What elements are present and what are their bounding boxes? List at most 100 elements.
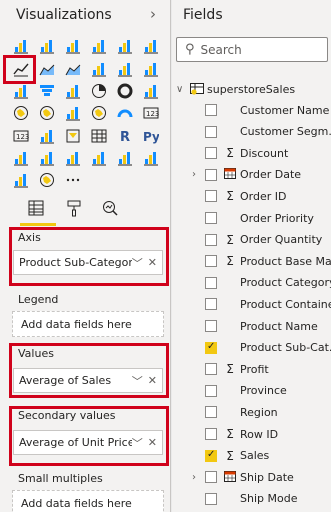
field-row[interactable]: Province xyxy=(188,381,331,401)
field-checkbox[interactable] xyxy=(205,298,217,311)
collapse-visualizations-icon[interactable]: › xyxy=(150,5,156,23)
field-checkbox[interactable] xyxy=(205,276,217,289)
azure-map-icon[interactable] xyxy=(88,103,110,123)
treemap-icon[interactable] xyxy=(140,81,162,101)
paint-roller-icon xyxy=(67,200,81,217)
field-row[interactable]: Σ Sales xyxy=(188,446,331,466)
field-row[interactable]: Σ Row ID xyxy=(188,424,331,444)
paginated-icon[interactable] xyxy=(114,148,136,168)
narrative-icon[interactable] xyxy=(88,148,110,168)
filled-map-icon[interactable] xyxy=(36,103,58,123)
field-checkbox[interactable] xyxy=(205,406,217,419)
field-checkbox[interactable] xyxy=(205,384,217,397)
field-row[interactable]: › Ship Date xyxy=(188,467,331,487)
r-visual-icon[interactable]: R xyxy=(114,126,136,146)
field-row[interactable]: Σ Discount xyxy=(188,143,331,163)
ribbon-icon[interactable] xyxy=(140,59,162,79)
field-checkbox[interactable] xyxy=(205,255,217,268)
chevron-down-icon[interactable]: ∨ xyxy=(176,84,190,95)
sigma-icon: Σ xyxy=(226,362,234,377)
field-name: Order Date xyxy=(240,168,302,182)
kpi-icon[interactable] xyxy=(36,126,58,146)
field-row[interactable]: Product Sub-Cat... xyxy=(188,338,331,358)
analytics-tab[interactable] xyxy=(98,196,122,220)
100-stacked-column-icon[interactable] xyxy=(140,36,162,56)
field-row[interactable]: Customer Segm... xyxy=(188,122,331,142)
field-row[interactable]: Σ Product Base Ma... xyxy=(188,251,331,271)
field-row[interactable]: Customer Name xyxy=(188,100,331,120)
small-multiples-label: Small multiples xyxy=(18,472,103,485)
format-visual-tab[interactable] xyxy=(62,196,86,220)
power-apps-icon[interactable] xyxy=(140,148,162,168)
slicer-icon[interactable] xyxy=(62,126,84,146)
chevron-right-icon[interactable]: › xyxy=(192,169,196,180)
map-icon[interactable] xyxy=(10,103,32,123)
table-header-row[interactable]: ∨ superstoreSales xyxy=(176,80,295,98)
table-icon xyxy=(190,83,204,95)
stacked-column-icon[interactable] xyxy=(36,36,58,56)
field-checkbox[interactable] xyxy=(205,212,217,224)
field-checkbox[interactable] xyxy=(205,363,217,376)
calendar-icon xyxy=(223,470,237,485)
field-row[interactable]: › Order Date xyxy=(188,165,331,185)
field-checkbox[interactable] xyxy=(205,125,217,138)
multi-row-card-icon[interactable]: 123 xyxy=(10,126,32,146)
field-checkbox[interactable] xyxy=(205,233,217,246)
field-row[interactable]: Ship Mode xyxy=(188,489,331,509)
field-row[interactable]: Product Name xyxy=(188,316,331,336)
field-checkbox[interactable] xyxy=(205,428,217,440)
search-icon: ⚲ xyxy=(185,42,195,57)
line-clustered-column-icon[interactable] xyxy=(114,59,136,79)
field-checkbox[interactable] xyxy=(205,471,217,484)
stacked-area-icon[interactable] xyxy=(62,59,84,79)
field-row[interactable]: Product Container xyxy=(188,294,331,314)
legend-drop-zone[interactable]: Add data fields here xyxy=(12,311,164,337)
field-row[interactable]: Product Category xyxy=(188,273,331,293)
qa-icon[interactable] xyxy=(62,148,84,168)
clustered-column-icon[interactable] xyxy=(88,36,110,56)
field-checkbox[interactable] xyxy=(205,190,217,203)
100-stacked-bar-icon[interactable] xyxy=(114,36,136,56)
fields-grid-icon xyxy=(28,200,44,216)
field-checkbox[interactable] xyxy=(205,147,217,160)
decomposition-tree-icon[interactable] xyxy=(36,148,58,168)
fields-search-input[interactable]: ⚲ Search xyxy=(176,37,328,62)
clustered-bar-icon[interactable] xyxy=(62,36,84,56)
chevron-right-icon[interactable]: › xyxy=(192,472,196,483)
line-stacked-column-icon[interactable] xyxy=(88,59,110,79)
more-icon[interactable] xyxy=(62,170,84,190)
funnel-icon[interactable] xyxy=(36,81,58,101)
field-checkbox[interactable] xyxy=(205,320,217,332)
waterfall-icon[interactable] xyxy=(10,81,32,101)
key-influencers-icon[interactable] xyxy=(10,148,32,168)
field-row[interactable]: Region xyxy=(188,402,331,422)
field-name: Product Name xyxy=(240,319,318,333)
area-icon[interactable] xyxy=(36,59,58,79)
field-name: Sales xyxy=(240,449,270,463)
sigma-icon: Σ xyxy=(226,448,234,463)
small-multiples-drop-zone[interactable]: Add data fields here xyxy=(12,490,164,512)
table-icon[interactable] xyxy=(88,126,110,146)
pie-icon[interactable] xyxy=(88,81,110,101)
field-checkbox[interactable] xyxy=(205,492,217,505)
field-row[interactable]: Σ Order ID xyxy=(188,186,331,206)
field-checkbox[interactable] xyxy=(205,449,217,462)
legend-label: Legend xyxy=(18,293,59,306)
card-icon[interactable]: 123 xyxy=(140,103,162,123)
gauge-icon[interactable] xyxy=(114,103,136,123)
field-checkbox[interactable] xyxy=(205,168,217,181)
donut-icon[interactable] xyxy=(114,81,136,101)
power-automate-icon[interactable] xyxy=(10,170,32,190)
arcgis-icon[interactable] xyxy=(36,170,58,190)
build-visual-tab[interactable] xyxy=(24,196,48,220)
scatter-icon[interactable] xyxy=(62,81,84,101)
field-checkbox[interactable] xyxy=(205,341,217,354)
field-row[interactable]: Σ Order Quantity xyxy=(188,230,331,250)
shape-map-icon[interactable] xyxy=(62,103,84,123)
field-checkbox[interactable] xyxy=(205,104,217,116)
field-row[interactable]: Σ Profit xyxy=(188,359,331,379)
sigma-icon: Σ xyxy=(226,427,234,441)
field-row[interactable]: Order Priority xyxy=(188,208,331,228)
stacked-bar-icon[interactable] xyxy=(10,36,32,56)
python-visual-icon[interactable]: Py xyxy=(140,126,162,146)
